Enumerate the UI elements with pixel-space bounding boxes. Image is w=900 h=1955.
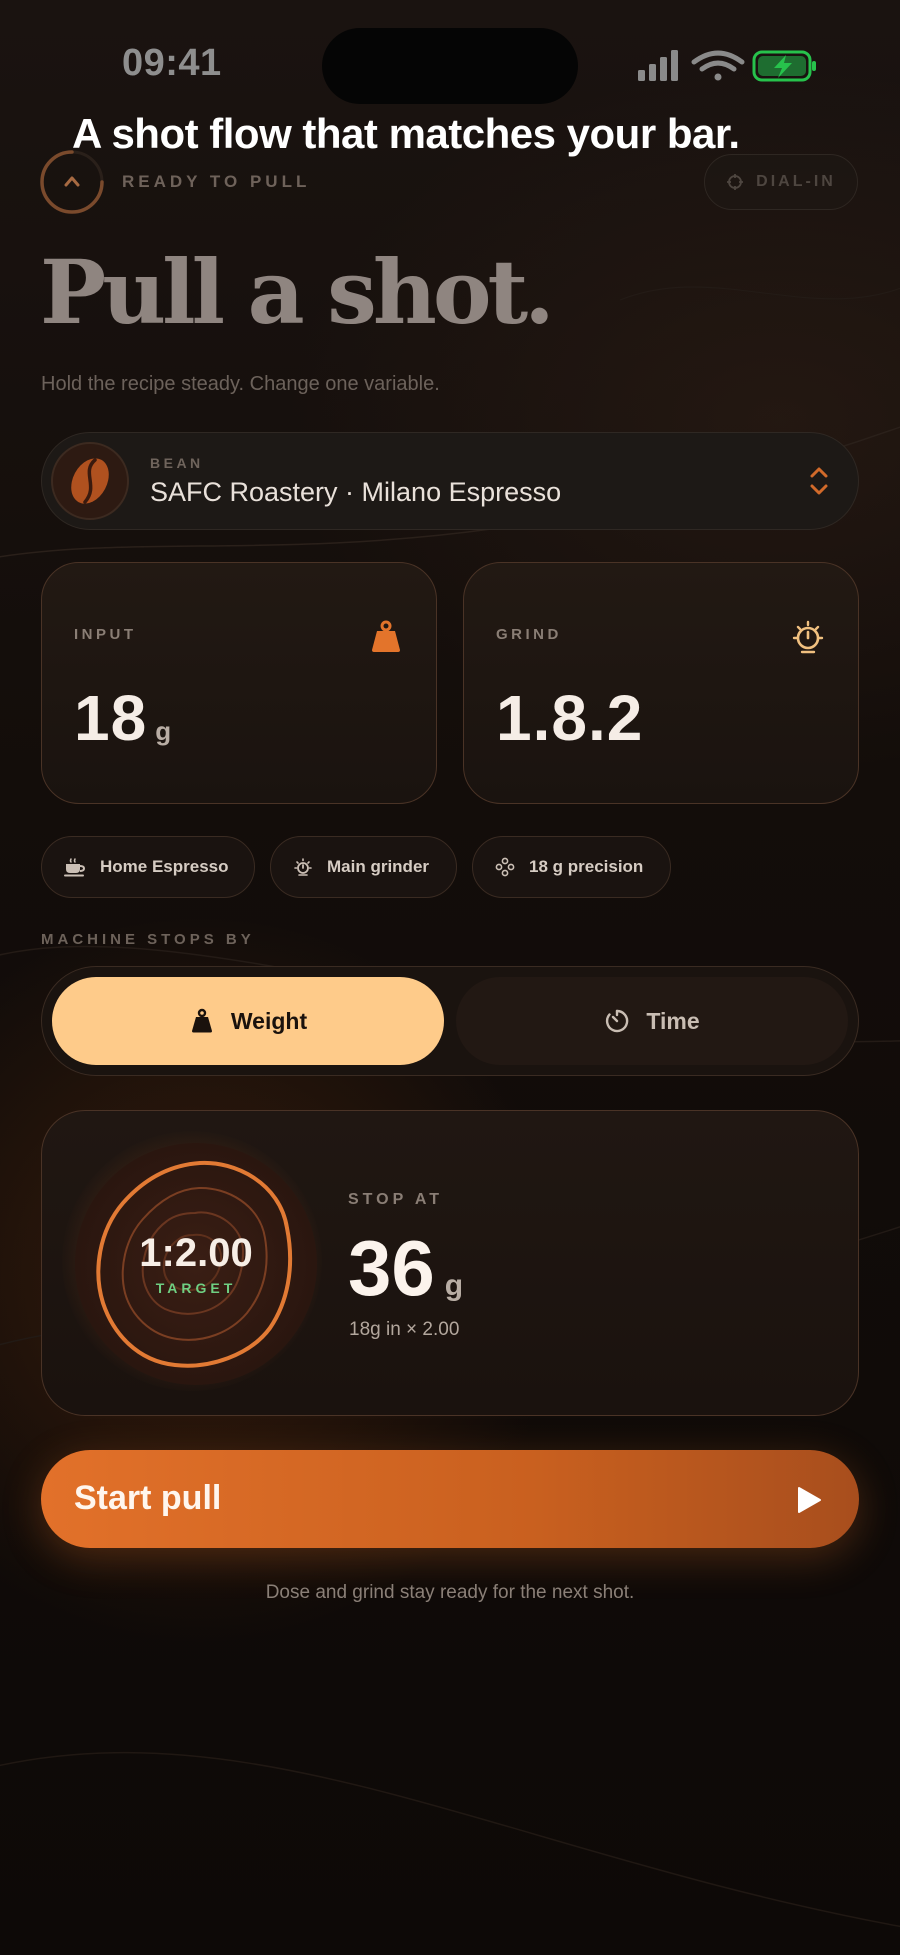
input-card[interactable]: INPUT 18 g [41, 562, 437, 804]
target-card: 1:2.00 TARGET STOP AT 36 g 18g in × 2.00 [41, 1110, 859, 1416]
bean-label: BEAN [150, 455, 204, 471]
chip-home-espresso[interactable]: Home Espresso [41, 836, 255, 898]
ready-ring-icon [40, 150, 104, 214]
grind-value: 1.8.2 [496, 682, 644, 754]
stop-formula: 18g in × 2.00 [349, 1319, 460, 1340]
chip-label: Home Espresso [100, 857, 229, 876]
status-icons [638, 50, 816, 82]
signal-icon [638, 50, 678, 81]
page-title: Pull a shot. [40, 240, 555, 344]
stop-mode-segmented-control: Weight Time [41, 966, 859, 1076]
wifi-icon [691, 50, 745, 81]
grinder-dial-icon [792, 620, 824, 654]
chip-main-grinder[interactable]: Main grinder [270, 836, 457, 898]
machine-stops-label: MACHINE STOPS BY [41, 931, 255, 948]
coffee-bean-icon [71, 458, 109, 504]
input-label: INPUT [74, 626, 137, 643]
input-value: 18 g [74, 681, 172, 755]
stop-at-value: 36 g [348, 1223, 463, 1314]
bean-selector[interactable]: BEAN SAFC Roastery · Milano Espresso [41, 432, 859, 530]
target-ratio: 1:2.00 [139, 1231, 253, 1275]
grind-label: GRIND [496, 626, 562, 643]
chip-precision[interactable]: 18 g precision [472, 836, 671, 898]
status-time: 09:41 [122, 42, 222, 84]
start-pull-label: Start pull [74, 1479, 222, 1517]
cup-icon [64, 858, 86, 877]
target-tag: TARGET [155, 1280, 237, 1296]
chip-label: Main grinder [327, 857, 430, 876]
input-number: 18 [74, 682, 148, 754]
bean-name: SAFC Roastery · Milano Espresso [150, 477, 562, 507]
crosshair-icon [727, 174, 744, 190]
dynamic-island [322, 28, 578, 104]
grind-card[interactable]: GRIND 1.8.2 [463, 562, 859, 804]
headline: A shot flow that matches your bar. [72, 110, 740, 157]
play-icon [798, 1487, 821, 1513]
battery-charging-icon [752, 50, 816, 82]
stop-by-weight-label: Weight [230, 1007, 308, 1034]
dial-in-button[interactable]: DIAL-IN [704, 154, 858, 210]
weight-icon [372, 620, 400, 652]
stop-by-weight-button[interactable]: Weight [52, 977, 444, 1065]
ready-status-label: READY TO PULL [122, 172, 311, 191]
footer-note: Dose and grind stay ready for the next s… [265, 1582, 635, 1603]
bean-thumbnail [51, 442, 129, 520]
chevron-up-down-icon [810, 467, 828, 495]
chip-label: 18 g precision [529, 857, 644, 876]
dial-in-label: DIAL-IN [756, 173, 836, 190]
stop-by-time-button[interactable]: Time [456, 977, 848, 1065]
stop-by-time-label: Time [646, 1007, 700, 1034]
stop-at-number: 36 [348, 1224, 435, 1312]
grinder-icon [294, 858, 312, 876]
weight-icon [191, 1008, 212, 1033]
input-unit: g [155, 716, 173, 746]
stop-at-unit: g [444, 1269, 464, 1302]
start-pull-button[interactable]: Start pull [41, 1450, 859, 1548]
timer-icon [606, 1009, 629, 1033]
stop-at-label: STOP AT [348, 1191, 443, 1208]
page-subtitle: Hold the recipe steady. Change one varia… [41, 373, 440, 395]
precision-icon [495, 857, 515, 877]
